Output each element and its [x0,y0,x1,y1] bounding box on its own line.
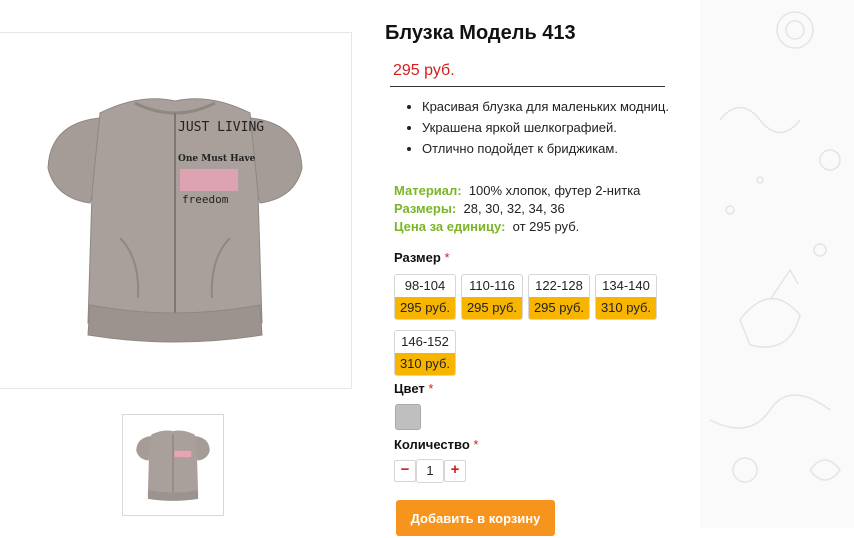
blouse-image: JUST LIVING One Must Have freedom [47,98,303,343]
decorative-doodle-background [700,0,854,528]
size-option-price: 310 руб. [596,297,656,319]
product-title: Блузка Модель 413 [385,22,576,44]
feature-item: Красивая блузка для маленьких модниц. [422,96,669,117]
size-option-price: 295 руб. [529,297,589,319]
quantity-label: Количество * [394,437,478,452]
required-mark: * [473,437,479,452]
feature-item: Отлично подойдет к бриджикам. [422,138,669,159]
spec-sizes-value: 28, 30, 32, 34, 36 [463,201,565,216]
size-option-134-140[interactable]: 134-140 310 руб. [595,274,657,320]
add-to-cart-button[interactable]: Добавить в корзину [396,500,555,536]
color-label: Цвет * [394,381,433,396]
blouse-thumbnail-image [136,430,210,501]
price-divider [390,86,665,87]
required-mark: * [428,381,434,396]
quantity-decrease-button[interactable]: − [394,460,416,482]
size-option-size: 122-128 [535,278,583,293]
size-option-size: 134-140 [602,278,650,293]
size-option-price: 295 руб. [462,297,522,319]
quantity-increase-button[interactable]: + [444,460,466,482]
quantity-input[interactable]: 1 [416,459,444,483]
spec-material-label: Материал: [394,183,462,198]
print-line-2: One Must Have [178,154,256,164]
size-option-price: 310 руб. [395,353,455,375]
product-specs: Материал: 100% хлопок, футер 2-нитка Раз… [394,182,640,236]
size-label-text: Размер [394,250,441,265]
size-option-size: 146-152 [401,334,449,349]
spec-unit-price-label: Цена за единицу: [394,219,506,234]
color-label-text: Цвет [394,381,425,396]
size-option-98-104[interactable]: 98-104 295 руб. [394,274,456,320]
size-option-size: 98-104 [404,278,446,293]
product-price: 295 руб. [393,62,455,79]
feature-item: Украшена яркой шелкографией. [422,117,669,138]
size-label: Размер * [394,250,450,265]
color-swatch-grey[interactable] [395,404,421,430]
spec-sizes: Размеры: 28, 30, 32, 34, 36 [394,200,640,218]
spec-unit-price: Цена за единицу: от 295 руб. [394,218,640,236]
quantity-label-text: Количество [394,437,470,452]
spec-material-value: 100% хлопок, футер 2-нитка [468,183,641,198]
size-option-price: 295 руб. [395,297,455,319]
print-line-1: JUST LIVING [178,120,264,135]
print-line-3: freedom [182,193,229,206]
spec-material: Материал: 100% хлопок, футер 2-нитка [394,182,640,200]
size-option-size: 110-116 [469,278,515,293]
size-option-110-116[interactable]: 110-116 295 руб. [461,274,523,320]
size-option-122-128[interactable]: 122-128 295 руб. [528,274,590,320]
spec-sizes-label: Размеры: [394,201,457,216]
spec-unit-price-value: от 295 руб. [512,219,580,234]
required-mark: * [444,250,450,265]
main-product-image[interactable]: JUST LIVING One Must Have freedom [0,32,352,389]
size-option-146-152[interactable]: 146-152 310 руб. [394,330,456,376]
product-thumbnail[interactable] [122,414,224,516]
feature-list: Красивая блузка для маленьких модниц. Ук… [404,96,669,159]
